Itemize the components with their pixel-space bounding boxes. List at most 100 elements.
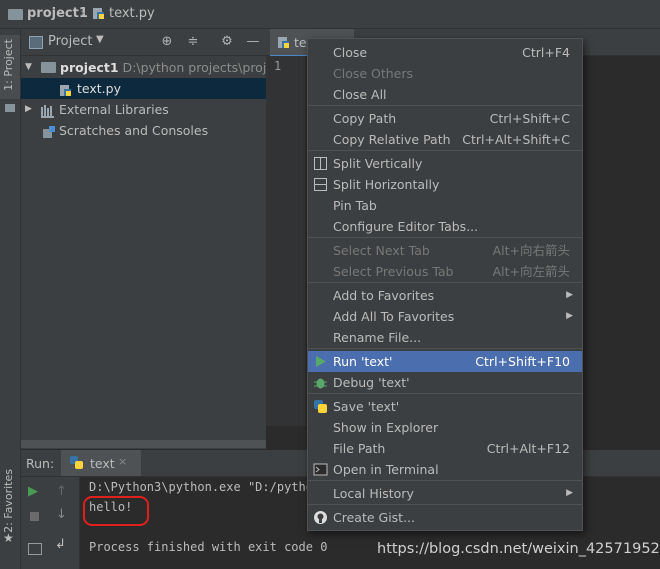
- run-tab-label: text: [90, 456, 115, 471]
- menu-item-label: Save 'text': [333, 399, 400, 414]
- submenu-arrow-icon: ▶: [566, 290, 573, 300]
- tree-item-path: D:\python projects\project1: [122, 60, 266, 75]
- menu-item[interactable]: Create Gist...: [308, 507, 582, 528]
- submenu-arrow-icon: ▶: [566, 311, 573, 321]
- menu-item-shortcut: Ctrl+Alt+F12: [486, 441, 570, 456]
- menu-item-label: Show in Explorer: [333, 420, 439, 435]
- python-icon: [70, 456, 83, 469]
- navigation-bar: project1 › text.py: [0, 0, 660, 29]
- soft-wrap-icon[interactable]: ↲: [55, 537, 66, 552]
- debug-icon: [313, 375, 328, 390]
- close-icon[interactable]: ×: [118, 455, 127, 468]
- menu-item-label: Close Others: [333, 66, 414, 81]
- split-vertically-icon: [313, 156, 328, 171]
- context-menu: Close Ctrl+F4 Close Others Close All Copy Pa…: [307, 38, 583, 531]
- menu-item-label: Rename File...: [333, 330, 422, 345]
- rerun-icon[interactable]: ▶: [28, 484, 38, 499]
- menu-item-label: Close: [333, 45, 368, 60]
- menu-item-shortcut: Ctrl+Shift+F10: [475, 354, 570, 369]
- stop-icon[interactable]: [30, 512, 39, 521]
- menu-item-label: Split Vertically: [333, 156, 423, 171]
- folder-icon: [8, 9, 23, 20]
- project-view-selector[interactable]: Project: [48, 34, 92, 49]
- favorites-tool-tab-label: 2: Favorites: [2, 469, 15, 533]
- menu-item[interactable]: Select Previous Tab Alt+向左箭头: [308, 261, 582, 282]
- breadcrumb-project[interactable]: project1: [27, 6, 88, 21]
- arrow-down-icon[interactable]: ↓: [56, 507, 67, 522]
- menu-item-label: Select Previous Tab: [333, 264, 454, 279]
- menu-item-label: Local History: [333, 486, 414, 501]
- project-tool-tab[interactable]: 1: Project: [0, 35, 20, 99]
- menu-item-shortcut: Ctrl+Alt+Shift+C: [462, 132, 570, 147]
- menu-item[interactable]: Add All To Favorites ▶: [308, 306, 582, 327]
- menu-item-label: Add to Favorites: [333, 288, 435, 303]
- horizontal-scrollbar[interactable]: [21, 440, 266, 448]
- terminal-icon: [313, 462, 328, 477]
- arrow-up-icon[interactable]: ↑: [56, 484, 67, 499]
- menu-item[interactable]: Select Next Tab Alt+向右箭头: [308, 240, 582, 261]
- menu-item-shortcut: Alt+向右箭头: [492, 243, 570, 258]
- menu-item[interactable]: Split Vertically: [308, 153, 582, 174]
- menu-item[interactable]: Local History ▶: [308, 483, 582, 504]
- menu-item-label: Copy Relative Path: [333, 132, 451, 147]
- menu-item-label: Run 'text': [333, 354, 393, 369]
- menu-item[interactable]: Configure Editor Tabs...: [308, 216, 582, 237]
- line-number: 1: [274, 59, 282, 73]
- project-panel-header: Project ▼ ⊕ ≑ ⚙ —: [21, 29, 266, 56]
- run-panel-title: Run:: [26, 456, 55, 471]
- layout-icon[interactable]: [28, 543, 42, 555]
- menu-item-label: Create Gist...: [333, 510, 416, 525]
- watermark: https://blog.csdn.net/weixin_42571952: [377, 541, 660, 557]
- chevron-down-icon[interactable]: ▼: [25, 57, 32, 78]
- menu-item-shortcut: Ctrl+F4: [522, 45, 570, 60]
- gear-icon[interactable]: ⚙: [219, 34, 235, 50]
- chevron-right-icon: ›: [80, 6, 86, 21]
- menu-separator: [308, 480, 582, 481]
- menu-item[interactable]: Debug 'text': [308, 372, 582, 393]
- menu-separator: [308, 150, 582, 151]
- menu-item[interactable]: Open in Terminal: [308, 459, 582, 480]
- run-icon: [313, 354, 328, 369]
- minimize-icon[interactable]: —: [245, 34, 261, 50]
- tree-item-text-py[interactable]: text.py: [21, 78, 266, 99]
- menu-item-label: Debug 'text': [333, 375, 410, 390]
- project-view-icon: [29, 36, 43, 49]
- run-tab[interactable]: text ×: [61, 450, 141, 476]
- menu-item[interactable]: Show in Explorer: [308, 417, 582, 438]
- menu-item[interactable]: Close Others: [308, 63, 582, 84]
- python-file-icon: [92, 7, 105, 20]
- menu-item[interactable]: Close Ctrl+F4: [308, 42, 582, 63]
- tree-item-project-root[interactable]: ▼ project1 D:\python projects\project1: [21, 57, 266, 78]
- chevron-right-icon[interactable]: ▶: [25, 99, 32, 120]
- menu-item[interactable]: Copy Relative Path Ctrl+Alt+Shift+C: [308, 129, 582, 150]
- menu-item-label: Copy Path: [333, 111, 397, 126]
- chevron-down-icon[interactable]: ▼: [96, 34, 104, 45]
- run-toolbar: ▶ ↑ ↓ ↲: [21, 477, 80, 569]
- menu-item-shortcut: Alt+向左箭头: [492, 264, 570, 279]
- tree-item-scratches[interactable]: Scratches and Consoles: [21, 120, 266, 141]
- editor-gutter: 1: [266, 56, 306, 426]
- menu-item[interactable]: Save 'text': [308, 396, 582, 417]
- menu-item[interactable]: Pin Tab: [308, 195, 582, 216]
- menu-item[interactable]: File Path Ctrl+Alt+F12: [308, 438, 582, 459]
- menu-item[interactable]: Rename File...: [308, 327, 582, 348]
- breadcrumb-file[interactable]: text.py: [109, 6, 155, 21]
- locate-icon[interactable]: ⊕: [159, 34, 175, 50]
- tree-item-label: project1: [60, 60, 119, 75]
- python-icon: [313, 399, 328, 414]
- split-horizontally-icon: [313, 177, 328, 192]
- menu-item[interactable]: Close All: [308, 84, 582, 105]
- menu-item[interactable]: Split Horizontally: [308, 174, 582, 195]
- tree-item-external-libraries[interactable]: ▶ External Libraries: [21, 99, 266, 120]
- menu-separator: [308, 348, 582, 349]
- submenu-arrow-icon: ▶: [566, 488, 573, 498]
- annotation-circle: [83, 496, 149, 526]
- collapse-all-icon[interactable]: ≑: [185, 34, 201, 50]
- menu-item[interactable]: Add to Favorites ▶: [308, 285, 582, 306]
- menu-item[interactable]: Copy Path Ctrl+Shift+C: [308, 108, 582, 129]
- star-icon: ★: [3, 531, 14, 545]
- menu-separator: [308, 237, 582, 238]
- python-file-icon: [277, 36, 290, 49]
- menu-item[interactable]: Run 'text' Ctrl+Shift+F10: [308, 351, 582, 372]
- tree-item-label: text.py: [77, 81, 121, 96]
